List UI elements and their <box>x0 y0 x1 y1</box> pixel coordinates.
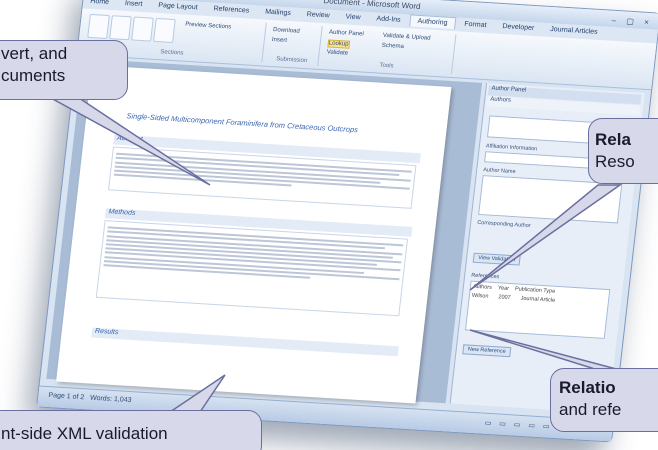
ref-author-cell: Wilson <box>471 292 489 300</box>
view-validation-button[interactable]: View Validation <box>472 252 521 266</box>
document-page[interactable]: Single-Sided Multicomponent Foraminifera… <box>56 65 452 404</box>
document-title: Single-Sided Multicomponent Foraminifera… <box>126 111 359 135</box>
callout-right-top-bold: Rela <box>595 130 631 149</box>
ref-year-cell: 2007 <box>498 294 511 302</box>
section-button-3[interactable] <box>131 16 154 42</box>
ribbon-group-label: Submission <box>275 56 308 65</box>
tab-view[interactable]: View <box>338 11 368 24</box>
tab-references[interactable]: References <box>206 3 257 17</box>
status-page: Page 1 of 2 Words: 1,043 <box>48 392 132 405</box>
schema-button[interactable]: Schema <box>381 43 404 50</box>
callout-top-left: vert, and cuments <box>0 40 128 100</box>
section-heading-results: Results <box>91 327 399 357</box>
ribbon-group-submission: Download Insert Submission <box>265 22 323 66</box>
callout-right-top-line2: Reso <box>595 152 635 171</box>
lookup-button[interactable]: Lookup <box>327 39 350 49</box>
callout-bottom-left: nt-side XML validation <box>0 410 262 450</box>
ref-col-type: Publication Type <box>514 286 556 295</box>
download-button[interactable]: Download <box>273 27 300 35</box>
screenshot-stage: ▣ ↶ ↷ ▾ Document - Microsoft Word – ▢ × … <box>0 0 658 450</box>
tab-mailings[interactable]: Mailings <box>258 6 299 19</box>
tab-add-ins[interactable]: Add-Ins <box>369 13 408 26</box>
document-area: Single-Sided Multicomponent Foraminifera… <box>46 58 483 404</box>
new-reference-button[interactable]: New Reference <box>462 344 512 358</box>
corresponding-author-label: Corresponding Author <box>476 219 531 230</box>
tab-format[interactable]: Format <box>457 18 494 31</box>
ref-col-year: Year <box>497 285 510 292</box>
tab-page-layout[interactable]: Page Layout <box>151 0 205 14</box>
ref-col-authors: Authors <box>472 283 493 291</box>
references-table[interactable]: Authors Year Publication Type Wilson 200… <box>464 280 611 339</box>
callout-right-top: Rela Reso <box>588 118 658 184</box>
tab-authoring[interactable]: Authoring <box>408 14 457 30</box>
view-mode-icons[interactable]: ▭ ▭ ▭ ▭ ▭ <box>484 419 553 431</box>
callout-right-bottom-line2: and refe <box>559 400 622 419</box>
author-name-label: Author Name <box>482 167 516 176</box>
tab-review[interactable]: Review <box>299 9 337 22</box>
tab-developer[interactable]: Developer <box>495 21 542 35</box>
methods-body[interactable] <box>95 220 409 317</box>
callout-bottom-left-text: nt-side XML validation <box>1 424 168 443</box>
section-button-2[interactable] <box>109 15 132 41</box>
preview-sections-button[interactable]: Preview Sections <box>185 22 232 31</box>
tab-home[interactable]: Home <box>83 0 117 8</box>
section-button-1[interactable] <box>87 13 110 39</box>
callout-top-left-line1: vert, and <box>1 44 68 63</box>
ribbon-group-tools: Author Panel Lookup Validate Validate & … <box>321 26 457 75</box>
ref-type-cell: Journal Article <box>520 295 556 304</box>
callout-right-bottom-bold: Relatio <box>559 378 616 397</box>
insert-button[interactable]: Insert <box>272 37 288 44</box>
validate-button[interactable]: Validate <box>326 49 348 56</box>
author-panel-button[interactable]: Author Panel <box>329 29 364 37</box>
callout-top-left-line2: cuments <box>1 66 66 85</box>
references-label: References <box>470 272 500 281</box>
tab-journal-articles[interactable]: Journal Articles <box>543 24 606 39</box>
tab-insert[interactable]: Insert <box>117 0 150 10</box>
status-words: Words: 1,043 <box>89 394 132 405</box>
callout-right-bottom: Relatio and refe <box>550 368 658 432</box>
ribbon-group-label: Tools <box>379 62 394 70</box>
section-button-4[interactable] <box>153 17 176 43</box>
validate-upload-button[interactable]: Validate & Upload <box>383 33 431 42</box>
